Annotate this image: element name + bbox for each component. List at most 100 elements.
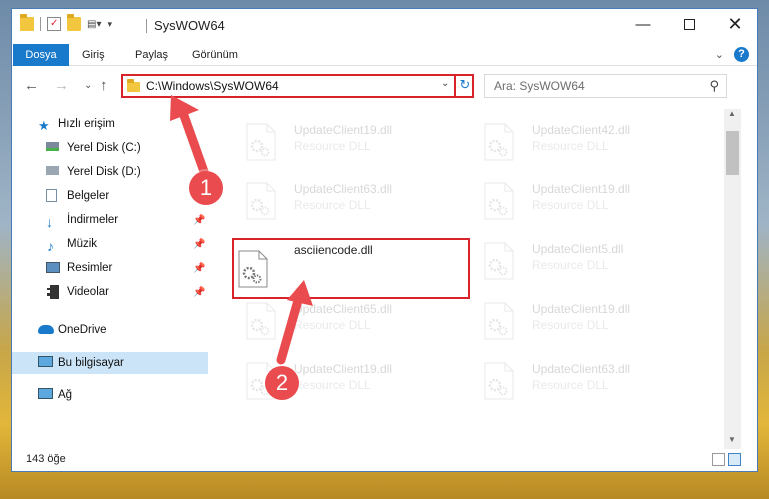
address-bar[interactable]: C:\Windows\SysWOW64 ⌄ ↻ (121, 74, 474, 98)
tab-file[interactable]: Dosya (13, 44, 69, 66)
file-item[interactable]: UpdateClient19.dll Resource DLL (224, 350, 454, 402)
scroll-up-icon[interactable]: ▲ (728, 109, 736, 118)
maximize-button[interactable] (666, 9, 712, 39)
window-title: SysWOW64 (154, 18, 225, 33)
file-item[interactable]: UpdateClient63.dll Resource DLL (462, 350, 692, 402)
file-item[interactable]: UpdateClient65.dll Resource DLL (224, 290, 454, 342)
pin-icon[interactable]: 📌 (193, 239, 205, 250)
tab-home[interactable]: Giriş (82, 44, 105, 66)
drive-icon (46, 142, 59, 151)
dll-file-icon (484, 302, 514, 340)
nav-label: Yerel Disk (C:) (67, 142, 141, 154)
nav-drive-d[interactable]: Yerel Disk (D:) (12, 161, 208, 183)
nav-onedrive[interactable]: OneDrive (12, 319, 208, 341)
nav-music[interactable]: ♪ Müzik 📌 (12, 233, 208, 255)
pin-icon[interactable]: 📌 (193, 287, 205, 298)
nav-documents[interactable]: Belgeler (12, 185, 208, 207)
back-button[interactable]: ← (24, 77, 39, 94)
nav-pictures[interactable]: Resimler 📌 (12, 257, 208, 279)
minimize-button[interactable]: — (620, 9, 666, 39)
dll-file-icon (484, 362, 514, 400)
step-1-badge: 1 (189, 171, 223, 205)
folder-icon (127, 79, 140, 92)
expand-ribbon-icon[interactable]: ⌄ (715, 48, 724, 61)
tab-view[interactable]: Görünüm (192, 44, 238, 66)
nav-network[interactable]: Ağ (12, 384, 208, 406)
address-dropdown-icon[interactable]: ⌄ (441, 78, 449, 89)
file-name: UpdateClient19.dll (532, 182, 631, 196)
documents-icon (46, 189, 57, 202)
customize-toolbar-icon[interactable]: ▤▾ (87, 19, 101, 30)
dll-file-icon (484, 123, 514, 161)
drive-icon (46, 166, 59, 175)
dll-file-icon (246, 302, 276, 340)
file-type: Resource DLL (532, 198, 609, 212)
tab-share[interactable]: Paylaş (135, 44, 168, 66)
nav-quick-access[interactable]: ★ Hızlı erişim (12, 113, 208, 135)
file-item[interactable]: UpdateClient19.dll Resource DLL (462, 170, 692, 222)
dll-file-icon (484, 242, 514, 280)
dll-file-icon (246, 182, 276, 220)
dll-file-icon (484, 182, 514, 220)
maximize-icon (683, 18, 695, 30)
search-input[interactable]: Ara: SysWOW64 ⚲ (484, 74, 727, 98)
quick-access-toolbar: ✓ ▤▾ ▾ (20, 14, 112, 31)
videos-icon (47, 285, 59, 299)
close-button[interactable]: ✕ (712, 9, 757, 39)
properties-icon[interactable]: ✓ (47, 17, 61, 31)
search-placeholder: Ara: SysWOW64 (494, 79, 585, 93)
file-name: UpdateClient19.dll (532, 302, 631, 316)
up-button[interactable]: ↑ (100, 77, 108, 94)
file-name: UpdateClient19.dll (294, 362, 393, 376)
cloud-icon (38, 325, 54, 334)
new-folder-icon[interactable] (67, 14, 81, 31)
explorer-window: ✓ ▤▾ ▾ SysWOW64 — ✕ Dosya Giriş Paylaş G… (11, 8, 758, 472)
scroll-down-icon[interactable]: ▼ (728, 435, 736, 444)
nav-drive-c[interactable]: Yerel Disk (C:) (12, 137, 208, 159)
nav-videos[interactable]: Videolar 📌 (12, 281, 208, 303)
dll-file-icon (238, 250, 268, 288)
nav-label: Ağ (58, 389, 73, 401)
nav-label: Bu bilgisayar (58, 357, 124, 369)
tiles-view-icon[interactable] (728, 453, 741, 466)
file-list: UpdateClient19.dll Resource DLL UpdateCl… (212, 101, 727, 451)
search-icon[interactable]: ⚲ (709, 78, 719, 94)
file-type: Resource DLL (294, 139, 371, 153)
recent-locations-button[interactable]: ⌄ (84, 80, 92, 91)
nav-this-pc[interactable]: Bu bilgisayar (12, 352, 208, 374)
folder-icon (20, 14, 34, 31)
file-item[interactable]: UpdateClient42.dll Resource DLL (462, 111, 692, 163)
refresh-button[interactable]: ↻ (454, 74, 474, 98)
nav-label: Hızlı erişim (58, 118, 115, 130)
vertical-scrollbar[interactable]: ▲ ▼ (724, 109, 741, 449)
computer-icon (38, 356, 53, 367)
forward-button[interactable]: → (54, 77, 69, 94)
scroll-thumb[interactable] (726, 131, 739, 175)
file-type: Resource DLL (532, 258, 609, 272)
nav-downloads[interactable]: ↓ İndirmeler 📌 (12, 209, 208, 231)
nav-label: İndirmeler (67, 214, 119, 226)
file-item[interactable]: UpdateClient19.dll Resource DLL (224, 111, 454, 163)
file-name: UpdateClient42.dll (532, 123, 631, 137)
file-item[interactable]: UpdateClient63.dll Resource DLL (224, 170, 454, 222)
ribbon-controls: ⌄ ? (715, 47, 749, 62)
nav-label: Belgeler (67, 190, 110, 202)
file-type: Resource DLL (532, 139, 609, 153)
address-path[interactable]: C:\Windows\SysWOW64 (146, 79, 279, 93)
help-icon[interactable]: ? (734, 47, 749, 62)
music-icon: ♪ (47, 237, 54, 254)
file-item[interactable]: UpdateClient5.dll Resource DLL (462, 230, 692, 282)
file-item[interactable]: UpdateClient19.dll Resource DLL (462, 290, 692, 342)
network-icon (38, 388, 53, 399)
pin-icon[interactable]: 📌 (193, 263, 205, 274)
pin-icon[interactable]: 📌 (193, 215, 205, 226)
file-name: UpdateClient19.dll (294, 123, 393, 137)
nav-label: Yerel Disk (D:) (67, 166, 141, 178)
file-type: Resource DLL (532, 318, 609, 332)
qat-dropdown-icon[interactable]: ▾ (107, 19, 112, 30)
details-view-icon[interactable] (712, 453, 725, 466)
file-name: UpdateClient5.dll (532, 242, 624, 256)
file-name: UpdateClient63.dll (294, 182, 393, 196)
ribbon-tabs: Dosya Giriş Paylaş Görünüm ⌄ ? (12, 44, 757, 66)
file-name: UpdateClient63.dll (532, 362, 631, 376)
